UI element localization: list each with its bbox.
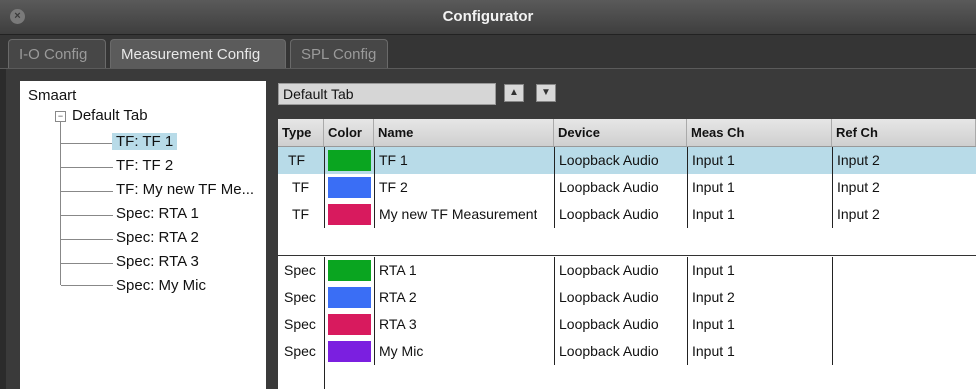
header-meas-ch[interactable]: Meas Ch (687, 119, 832, 146)
measurement-table: Type Color Name Device Meas Ch Ref Ch TF… (278, 119, 976, 389)
cell-device: Loopback Audio (559, 152, 659, 168)
move-down-button[interactable]: ▼ (536, 84, 556, 102)
cell-type: Spec (284, 289, 316, 305)
cell-meas-ch: Input 1 (692, 343, 735, 359)
cell-device: Loopback Audio (559, 316, 659, 332)
tree-connector (61, 143, 113, 144)
table-row[interactable]: Spec RTA 3 Loopback Audio Input 1 (278, 311, 976, 338)
measurement-tree[interactable]: Smaart − Default Tab TF: TF 1 TF: TF 2 T… (20, 81, 266, 389)
table-row[interactable]: Spec My Mic Loopback Audio Input 1 (278, 338, 976, 365)
table-row[interactable]: TF TF 2 Loopback Audio Input 1 Input 2 (278, 174, 976, 201)
cell-meas-ch: Input 1 (692, 206, 735, 222)
header-name[interactable]: Name (374, 119, 554, 146)
color-swatch[interactable] (328, 204, 371, 225)
tab-measurement-config[interactable]: Measurement Config (110, 39, 286, 69)
cell-name: RTA 1 (379, 262, 417, 278)
color-swatch[interactable] (328, 150, 371, 171)
section-divider (278, 255, 976, 256)
column-divider (832, 257, 833, 365)
cell-type: TF (288, 152, 306, 168)
arrow-down-icon: ▼ (541, 87, 551, 98)
tree-item-my-new-tf[interactable]: TF: My new TF Me... (116, 181, 254, 198)
column-divider (687, 147, 688, 228)
cell-type: Spec (284, 343, 316, 359)
cell-type: TF (292, 179, 310, 195)
cell-type: TF (292, 206, 310, 222)
column-divider (687, 257, 688, 365)
color-swatch[interactable] (328, 177, 371, 198)
window-title: Configurator (442, 8, 534, 25)
tree-item-my-mic[interactable]: Spec: My Mic (116, 277, 206, 294)
column-divider (374, 147, 375, 228)
tab-spl-config[interactable]: SPL Config (290, 39, 388, 69)
color-swatch[interactable] (328, 341, 371, 362)
cell-type: Spec (284, 262, 316, 278)
cell-ref-ch: Input 2 (837, 152, 880, 168)
column-divider (324, 257, 325, 389)
table-row[interactable]: TF TF 1 Loopback Audio Input 1 Input 2 (278, 147, 976, 174)
cell-name: TF 1 (379, 152, 408, 168)
tree-item-rta-1[interactable]: Spec: RTA 1 (116, 205, 199, 222)
cell-meas-ch: Input 1 (692, 152, 735, 168)
cell-name: My Mic (379, 343, 424, 359)
tree-connector (61, 239, 113, 240)
arrow-up-icon: ▲ (509, 87, 519, 98)
tab-bar: I-O Config Measurement Config SPL Config (0, 35, 976, 69)
cell-type: Spec (284, 316, 316, 332)
table-header: Type Color Name Device Meas Ch Ref Ch (278, 119, 976, 147)
tree-item-rta-3[interactable]: Spec: RTA 3 (116, 253, 199, 270)
column-divider (554, 257, 555, 365)
cell-device: Loopback Audio (559, 289, 659, 305)
move-up-button[interactable]: ▲ (504, 84, 524, 102)
collapse-icon[interactable]: − (55, 111, 66, 122)
table-row[interactable]: Spec RTA 1 Loopback Audio Input 1 (278, 257, 976, 284)
tree-group-default-tab[interactable]: Default Tab (72, 107, 148, 124)
header-type[interactable]: Type (278, 119, 324, 146)
tree-connector (61, 191, 113, 192)
table-row[interactable]: Spec RTA 2 Loopback Audio Input 2 (278, 284, 976, 311)
tree-root-smaart[interactable]: Smaart (28, 87, 76, 104)
column-divider (554, 147, 555, 228)
cell-device: Loopback Audio (559, 343, 659, 359)
tree-item-rta-2[interactable]: Spec: RTA 2 (116, 229, 199, 246)
tree-connector (61, 215, 113, 216)
cell-device: Loopback Audio (559, 206, 659, 222)
color-swatch[interactable] (328, 314, 371, 335)
measurement-config-panel: Smaart − Default Tab TF: TF 1 TF: TF 2 T… (6, 69, 976, 389)
color-swatch[interactable] (328, 260, 371, 281)
tab-io-config[interactable]: I-O Config (8, 39, 106, 69)
cell-ref-ch: Input 2 (837, 179, 880, 195)
cell-device: Loopback Audio (559, 262, 659, 278)
cell-ref-ch: Input 2 (837, 206, 880, 222)
cell-meas-ch: Input 2 (692, 289, 735, 305)
tree-connector (61, 285, 113, 286)
tab-name-field[interactable]: Default Tab (278, 83, 496, 105)
cell-name: RTA 3 (379, 316, 417, 332)
color-swatch[interactable] (328, 287, 371, 308)
tree-item-tf-2[interactable]: TF: TF 2 (116, 157, 173, 174)
tree-connector (61, 167, 113, 168)
cell-meas-ch: Input 1 (692, 262, 735, 278)
tree-connector (61, 263, 113, 264)
cell-meas-ch: Input 1 (692, 179, 735, 195)
header-device[interactable]: Device (554, 119, 687, 146)
cell-name: TF 2 (379, 179, 408, 195)
cell-device: Loopback Audio (559, 179, 659, 195)
cell-name: RTA 2 (379, 289, 417, 305)
header-color[interactable]: Color (324, 119, 374, 146)
column-divider (832, 147, 833, 228)
column-divider (324, 147, 325, 228)
title-bar: × Configurator (0, 0, 976, 35)
tree-item-tf-1[interactable]: TF: TF 1 (112, 133, 178, 150)
table-row[interactable]: TF My new TF Measurement Loopback Audio … (278, 201, 976, 228)
column-divider (374, 257, 375, 365)
header-ref-ch[interactable]: Ref Ch (832, 119, 976, 146)
cell-name: My new TF Measurement (379, 206, 538, 222)
cell-meas-ch: Input 1 (692, 316, 735, 332)
tree-connector (60, 122, 61, 285)
